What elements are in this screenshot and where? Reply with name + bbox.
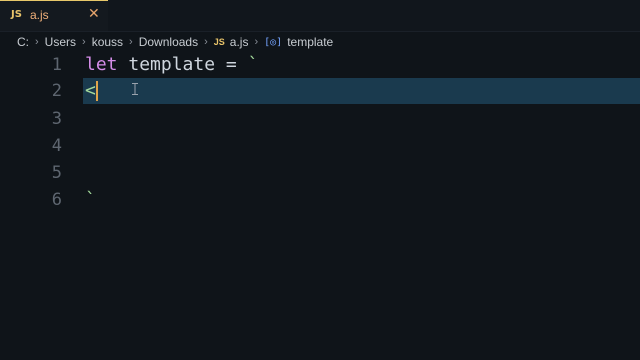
breadcrumb-users[interactable]: Users — [45, 35, 76, 49]
breadcrumb-kouss[interactable]: kouss — [92, 35, 123, 49]
chevron-right-icon: › — [204, 36, 208, 48]
breadcrumb-drive[interactable]: C: — [17, 35, 29, 49]
line-number: 4 — [51, 136, 62, 156]
code-line[interactable]: 6 ` — [0, 187, 640, 213]
breadcrumb: C: › Users › kouss › Downloads › JS a.js… — [17, 34, 333, 50]
code-line[interactable]: 4 — [0, 133, 640, 159]
operator-token: = — [225, 54, 237, 75]
javascript-file-icon: JS — [11, 9, 22, 20]
ibeam-cursor-icon — [132, 83, 138, 95]
chevron-right-icon: › — [82, 36, 86, 48]
breadcrumb-file[interactable]: a.js — [230, 35, 249, 49]
code-line[interactable]: 1 let template = ` — [0, 52, 640, 78]
text-cursor — [96, 81, 98, 101]
javascript-file-icon: JS — [213, 37, 225, 47]
variable-symbol-icon: [◎] — [264, 36, 283, 48]
chevron-right-icon: › — [35, 36, 39, 48]
code-text: ` — [85, 189, 96, 210]
chevron-right-icon: › — [254, 36, 259, 48]
keyword-token: let — [85, 54, 118, 75]
line-number: 1 — [51, 55, 62, 75]
tab-bar: JS a.js ✕ — [0, 0, 640, 32]
line-number: 6 — [51, 190, 62, 210]
code-line[interactable]: 5 — [0, 160, 640, 186]
code-line[interactable]: 3 — [0, 106, 640, 132]
breadcrumb-downloads[interactable]: Downloads — [139, 35, 198, 49]
code-editor[interactable]: 1 let template = ` 2 < 3 4 5 6 ` — [0, 52, 640, 360]
line-number: 2 — [51, 81, 62, 101]
chevron-right-icon: › — [129, 36, 133, 48]
string-token: ` — [247, 54, 259, 75]
tab-label: a.js — [30, 8, 49, 22]
line-number: 5 — [51, 163, 62, 183]
tab-a-js[interactable]: JS a.js ✕ — [0, 0, 108, 31]
identifier-token: template — [128, 54, 216, 75]
close-icon[interactable]: ✕ — [88, 6, 100, 22]
breadcrumb-symbol[interactable]: template — [287, 35, 333, 49]
code-text: let template = ` — [85, 52, 258, 78]
code-text: < — [85, 80, 96, 101]
line-number: 3 — [51, 109, 62, 129]
